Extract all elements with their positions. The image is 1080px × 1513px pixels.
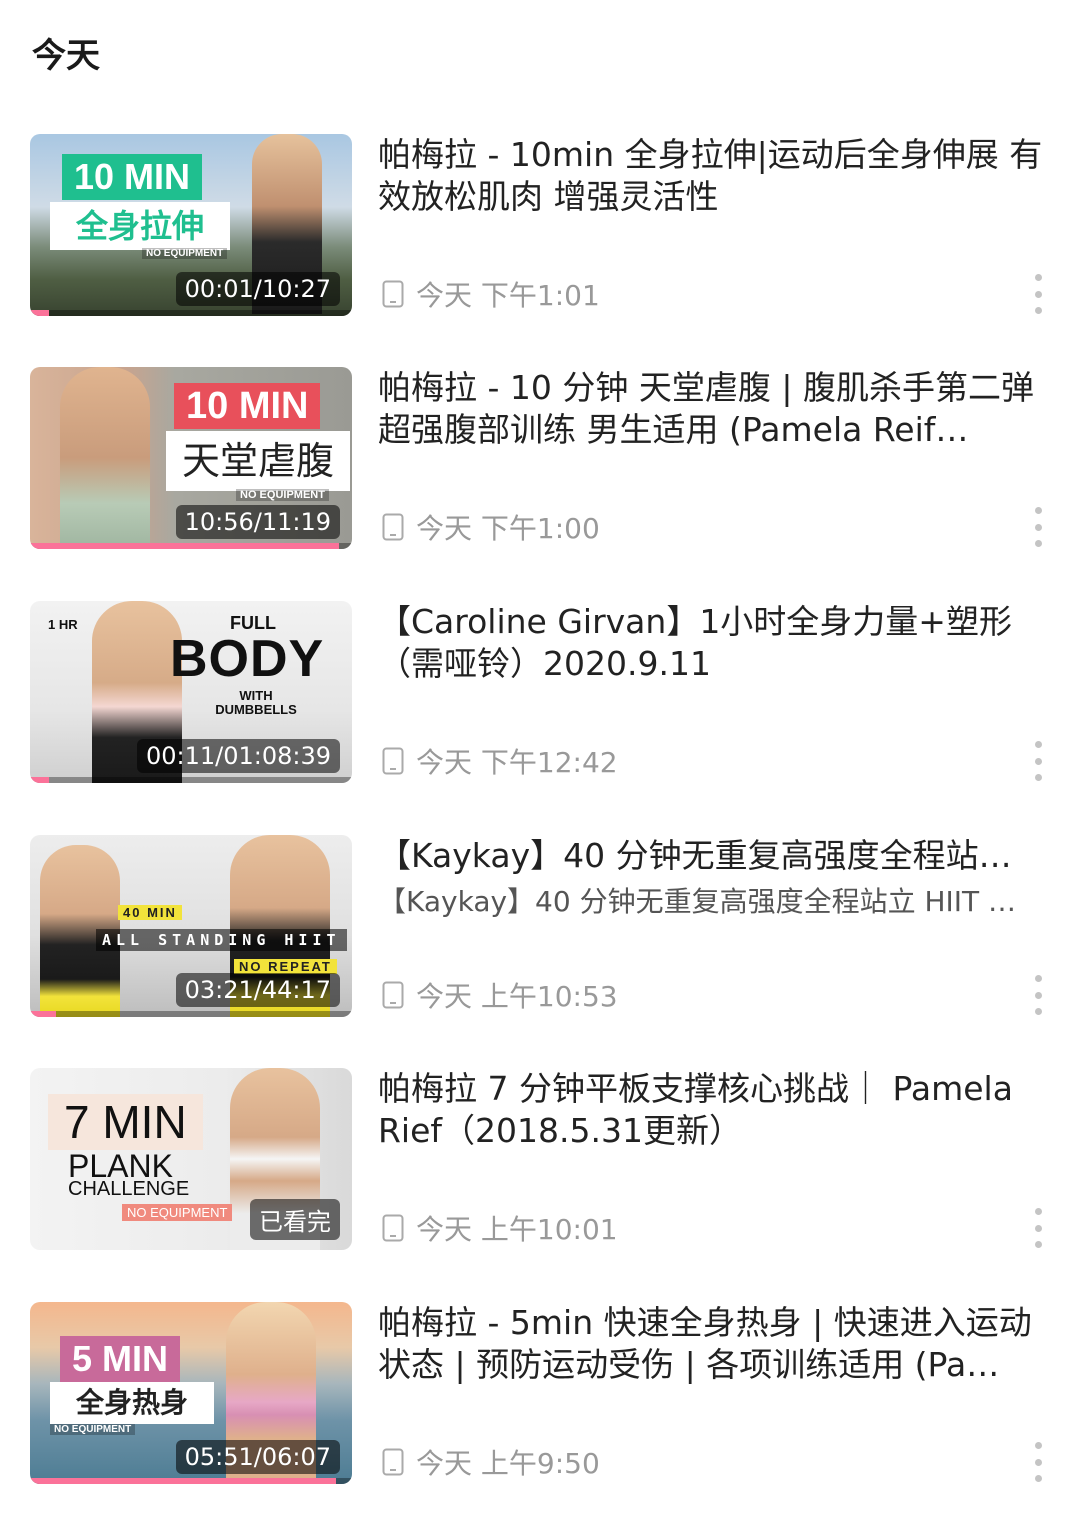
video-title[interactable]: 【Kaykay】40 分钟无重复高强度全程站… [378, 835, 1044, 877]
watch-time: 今天 上午10:01 [416, 1213, 618, 1246]
watch-time: 今天 下午1:01 [416, 279, 600, 312]
thumb-label-primary: 10 MIN [174, 383, 321, 429]
thumb-label-primary: 10 MIN [62, 154, 203, 200]
more-icon[interactable] [1028, 274, 1048, 314]
phone-icon [382, 1448, 404, 1476]
duration-badge: 05:51/06:07 [175, 1440, 340, 1474]
video-title[interactable]: 帕梅拉 - 5min 快速全身热身 | 快速进入运动状态 | 预防运动受伤 | … [378, 1302, 1044, 1386]
duration-badge: 03:21/44:17 [175, 973, 340, 1007]
thumb-label-secondary: 天堂虐腹 [166, 431, 351, 491]
watch-time: 今天 上午9:50 [416, 1447, 600, 1480]
video-title[interactable]: 帕梅拉 - 10 分钟 天堂虐腹 | 腹肌杀手第二弹 超强腹部训练 男生适用 (… [378, 367, 1044, 451]
progress-fill [30, 310, 50, 316]
thumb-label-note: NO EQUIPMENT [142, 248, 228, 259]
progress-fill [30, 1478, 336, 1484]
thumb-label-headline: BODY [170, 630, 325, 688]
duration-badge: 00:01/10:27 [175, 272, 340, 306]
duration-badge: 已看完 [250, 1199, 340, 1240]
thumb-label-note: WITH DUMBBELLS [215, 688, 297, 717]
list-item[interactable]: 7 MIN PLANK CHALLENGE NO EQUIPMENT 已看完 帕… [30, 1068, 1050, 1250]
thumb-label-primary: 5 MIN [60, 1336, 181, 1382]
thumb-label-note: NO REPEAT [234, 959, 337, 974]
video-thumbnail[interactable]: 1 HR FULL BODY WITH DUMBBELLS 00:11/01:0… [30, 601, 352, 783]
phone-icon [382, 981, 404, 1009]
watch-meta: 今天 下午1:01 [382, 274, 600, 314]
thumb-label-note: NO EQUIPMENT [236, 489, 329, 501]
watch-meta: 今天 上午9:50 [382, 1442, 600, 1482]
watch-meta: 今天 上午10:53 [382, 975, 618, 1015]
watch-time: 今天 上午10:53 [416, 980, 618, 1013]
more-icon[interactable] [1028, 975, 1048, 1015]
watch-meta: 今天 上午10:01 [382, 1208, 618, 1248]
more-icon[interactable] [1028, 741, 1048, 781]
list-item[interactable]: 40 MIN ALL STANDING HIIT NO REPEAT 03:21… [30, 835, 1050, 1017]
video-subtitle: 【Kaykay】40 分钟无重复高强度全程站立 HIIT … [378, 885, 1017, 918]
thumb-label-primary: 40 MIN [118, 905, 182, 920]
video-thumbnail[interactable]: 40 MIN ALL STANDING HIIT NO REPEAT 03:21… [30, 835, 352, 1017]
watch-meta: 今天 下午1:00 [382, 507, 600, 547]
progress-track [30, 543, 352, 549]
more-icon[interactable] [1028, 507, 1048, 547]
thumb-label-primary: 7 MIN [48, 1094, 203, 1150]
list-item[interactable]: 10 MIN 全身拉伸 NO EQUIPMENT 00:01/10:27 帕梅拉… [30, 134, 1050, 316]
video-title[interactable]: 帕梅拉 - 10min 全身拉伸|运动后全身伸展 有效放松肌肉 增强灵活性 [378, 134, 1044, 218]
watch-time: 今天 下午12:42 [416, 746, 618, 779]
list-item[interactable]: 1 HR FULL BODY WITH DUMBBELLS 00:11/01:0… [30, 601, 1050, 783]
section-title: 今天 [32, 36, 100, 76]
phone-icon [382, 280, 404, 308]
list-item[interactable]: 5 MIN 全身热身 NO EQUIPMENT 05:51/06:07 帕梅拉 … [30, 1302, 1050, 1484]
video-thumbnail[interactable]: 5 MIN 全身热身 NO EQUIPMENT 05:51/06:07 [30, 1302, 352, 1484]
progress-fill [30, 777, 50, 783]
progress-track [30, 310, 352, 316]
watch-meta: 今天 下午12:42 [382, 741, 618, 781]
thumb-label-secondary: 全身拉伸 [50, 202, 231, 250]
video-thumbnail[interactable]: 7 MIN PLANK CHALLENGE NO EQUIPMENT 已看完 [30, 1068, 352, 1250]
thumb-label-secondary: ALL STANDING HIIT [96, 929, 347, 951]
phone-icon [382, 747, 404, 775]
video-thumbnail[interactable]: 10 MIN 天堂虐腹 NO EQUIPMENT 10:56/11:19 [30, 367, 352, 549]
list-item[interactable]: 10 MIN 天堂虐腹 NO EQUIPMENT 10:56/11:19 帕梅拉… [30, 367, 1050, 549]
thumb-label-note: NO EQUIPMENT [122, 1204, 233, 1221]
video-thumbnail[interactable]: 10 MIN 全身拉伸 NO EQUIPMENT 00:01/10:27 [30, 134, 352, 316]
duration-badge: 00:11/01:08:39 [136, 739, 340, 773]
progress-fill [30, 543, 340, 549]
more-icon[interactable] [1028, 1442, 1048, 1482]
watch-time: 今天 下午1:00 [416, 512, 600, 545]
phone-icon [382, 1214, 404, 1242]
thumb-label-primary: 1 HR [48, 617, 78, 632]
duration-badge: 10:56/11:19 [175, 505, 340, 539]
thumb-label-note: NO EQUIPMENT [50, 1424, 136, 1435]
thumb-label-secondary: 全身热身 [50, 1382, 215, 1424]
phone-icon [382, 513, 404, 541]
video-title[interactable]: 帕梅拉 7 分钟平板支撑核心挑战｜ Pamela Rief（2018.5.31更… [378, 1068, 1044, 1152]
progress-track [30, 1011, 352, 1017]
more-icon[interactable] [1028, 1208, 1048, 1248]
progress-track [30, 777, 352, 783]
progress-fill [30, 1011, 56, 1017]
progress-track [30, 1478, 352, 1484]
thumb-label-headline: CHALLENGE [68, 1178, 190, 1200]
video-title[interactable]: 【Caroline Girvan】1小时全身力量+塑形（需哑铃）2020.9.1… [378, 601, 1044, 685]
